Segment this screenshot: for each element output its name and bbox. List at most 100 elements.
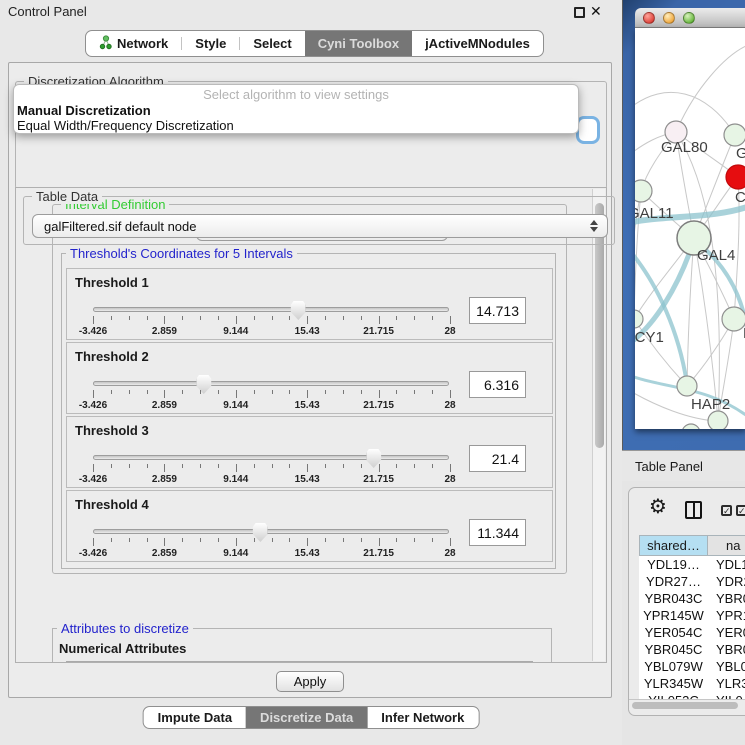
tab-style[interactable]: Style — [182, 31, 239, 56]
table-rows: YDL19…YDL1 YDR27…YDR2 YBR043CYBR0 YPR145… — [639, 556, 745, 699]
node-label-gal11: GAL11 — [635, 205, 674, 222]
network-node[interactable] — [682, 424, 700, 429]
slider-scale-labels: -3.426 2.859 9.144 15.43 21.715 28 — [93, 326, 450, 338]
vertical-scrollbar[interactable] — [592, 189, 605, 661]
node-label-gal80: GAL80 — [661, 139, 708, 156]
dropdown-placeholder: Select algorithm to view settings — [14, 87, 578, 103]
network-node-hap2[interactable] — [677, 376, 697, 396]
threshold-4-value-field[interactable]: 11.344 — [469, 519, 526, 546]
cell: YLR345W — [639, 675, 708, 692]
threshold-2-slider[interactable] — [93, 381, 449, 386]
threshold-1-value-field[interactable]: 14.713 — [469, 297, 526, 324]
table-row[interactable]: YBR045CYBR0 — [639, 641, 745, 658]
column-header-name[interactable]: na — [708, 535, 745, 556]
algorithm-dropdown-popup: Select algorithm to view settings Manual… — [13, 84, 579, 134]
cell: YBR043C — [639, 590, 708, 607]
numerical-attributes-list: SelfLoops TopologicalCoefficient Between… — [66, 661, 533, 663]
tab-impute-data[interactable]: Impute Data — [144, 707, 246, 728]
dropdown-option-equal-width-frequency[interactable]: Equal Width/Frequency Discretization — [14, 118, 578, 133]
network-window-frame: GAL80 GA C GAL11 GAL4 GCY1 H HAP2 — [622, 0, 745, 450]
table-header-row: shared… na — [639, 535, 745, 556]
scale-label: 15.43 — [295, 326, 320, 337]
table-row[interactable]: YLR345WYLR3 — [639, 675, 745, 692]
cell: YBL0 — [708, 658, 745, 675]
thresholds-group: Threshold's Coordinates for 5 Intervals … — [61, 253, 556, 569]
table-row[interactable]: YBR043CYBR0 — [639, 590, 745, 607]
scrollbar-thumb[interactable] — [632, 702, 738, 709]
threshold-3-value-field[interactable]: 21.4 — [469, 445, 526, 472]
cell: YDL19… — [639, 556, 708, 573]
checkbox-icon[interactable]: ✓ — [736, 505, 745, 516]
close-traffic-light-icon[interactable] — [643, 12, 655, 24]
network-view-canvas[interactable]: GAL80 GA C GAL11 GAL4 GCY1 H HAP2 — [635, 28, 745, 429]
network-tab-icon — [99, 35, 112, 53]
split-columns-icon[interactable] — [685, 501, 702, 519]
apply-button[interactable]: Apply — [276, 671, 344, 692]
scale-label: 2.859 — [152, 474, 177, 485]
threshold-2-label: Threshold 2 — [75, 349, 149, 364]
threshold-1-slider[interactable] — [93, 307, 449, 312]
network-node-selected-red[interactable] — [726, 165, 745, 189]
threshold-2-value-field[interactable]: 6.316 — [469, 371, 526, 398]
tab-style-label: Style — [195, 36, 226, 51]
table-panel-card: ⚙ ✓ ✓ shared… na YDL19…YDL1 YDR27…YDR2 Y… — [628, 487, 745, 716]
network-node[interactable] — [708, 411, 728, 429]
table-row[interactable]: YIL052CYIL0 — [639, 692, 745, 699]
scale-label: -3.426 — [79, 474, 107, 485]
tab-network[interactable]: Network — [86, 31, 181, 56]
cell: YBR0 — [708, 641, 745, 658]
algorithm-combobox-focus-ring[interactable] — [576, 116, 600, 144]
table-row[interactable]: YDR27…YDR2 — [639, 573, 745, 590]
scale-label: 2.859 — [152, 400, 177, 411]
tab-jactivemnodules-label: jActiveMNodules — [425, 36, 530, 51]
table-row[interactable]: YER054CYER0 — [639, 624, 745, 641]
cell: YBR045C — [639, 641, 708, 658]
scale-label: 21.715 — [363, 474, 394, 485]
tab-jactivemnodules[interactable]: jActiveMNodules — [412, 31, 543, 56]
column-header-shared[interactable]: shared… — [639, 535, 708, 556]
threshold-2-panel: Threshold 2 -3.426 2.859 9.144 15.43 21.… — [66, 342, 553, 414]
node-label-gal4: GAL4 — [697, 247, 735, 264]
threshold-4-label: Threshold 4 — [75, 497, 149, 512]
minimize-traffic-light-icon[interactable] — [663, 12, 675, 24]
threshold-1-panel: Threshold 1 -3.426 2.859 9.144 15.43 21.… — [66, 268, 553, 340]
network-node-gcy1[interactable] — [635, 310, 643, 328]
app-window: Control Panel ✕ Network Style Select Cyn… — [0, 0, 745, 745]
scale-label: -3.426 — [79, 326, 107, 337]
zoom-traffic-light-icon[interactable] — [683, 12, 695, 24]
network-node[interactable] — [724, 124, 745, 146]
slider-ticks — [93, 464, 450, 473]
threshold-3-slider[interactable] — [93, 455, 449, 460]
gear-icon[interactable]: ⚙ — [649, 494, 667, 519]
scale-label: 15.43 — [295, 474, 320, 485]
table-data-group: Table Data galFiltered.sif default node — [23, 196, 615, 245]
scale-label: 21.715 — [363, 326, 394, 337]
table-row[interactable]: YDL19…YDL1 — [639, 556, 745, 573]
float-window-icon[interactable] — [574, 7, 585, 18]
network-window-titlebar[interactable] — [635, 8, 745, 28]
scale-label: 9.144 — [223, 326, 248, 337]
horizontal-scrollbar[interactable] — [629, 699, 745, 710]
scale-label: -3.426 — [79, 548, 107, 559]
threshold-4-slider[interactable] — [93, 529, 449, 534]
tab-select[interactable]: Select — [240, 31, 304, 56]
tab-select-label: Select — [253, 36, 291, 51]
tab-cyni-toolbox-label: Cyni Toolbox — [318, 36, 399, 51]
network-node[interactable] — [722, 307, 745, 331]
table-row[interactable]: YBL079WYBL0 — [639, 658, 745, 675]
tab-infer-network[interactable]: Infer Network — [367, 707, 478, 728]
table-data-combobox-value: galFiltered.sif default node — [44, 219, 196, 234]
combo-arrows-icon — [590, 220, 598, 232]
table-row[interactable]: YPR145WYPR1 — [639, 607, 745, 624]
checkbox-icon[interactable]: ✓ — [721, 505, 732, 516]
tab-cyni-toolbox[interactable]: Cyni Toolbox — [305, 31, 412, 56]
list-item[interactable]: SelfLoops — [67, 662, 532, 663]
table-data-combobox[interactable]: galFiltered.sif default node — [32, 214, 608, 238]
dropdown-option-manual-discretization[interactable]: Manual Discretization — [14, 103, 578, 118]
network-node-gal11[interactable] — [635, 180, 652, 202]
scale-label: 28 — [444, 548, 455, 559]
thresholds-group-title: Threshold's Coordinates for 5 Intervals — [66, 246, 297, 261]
slider-scale-labels: -3.426 2.859 9.144 15.43 21.715 28 — [93, 474, 450, 486]
tab-discretize-data[interactable]: Discretize Data — [246, 707, 367, 728]
close-icon[interactable]: ✕ — [590, 3, 602, 20]
